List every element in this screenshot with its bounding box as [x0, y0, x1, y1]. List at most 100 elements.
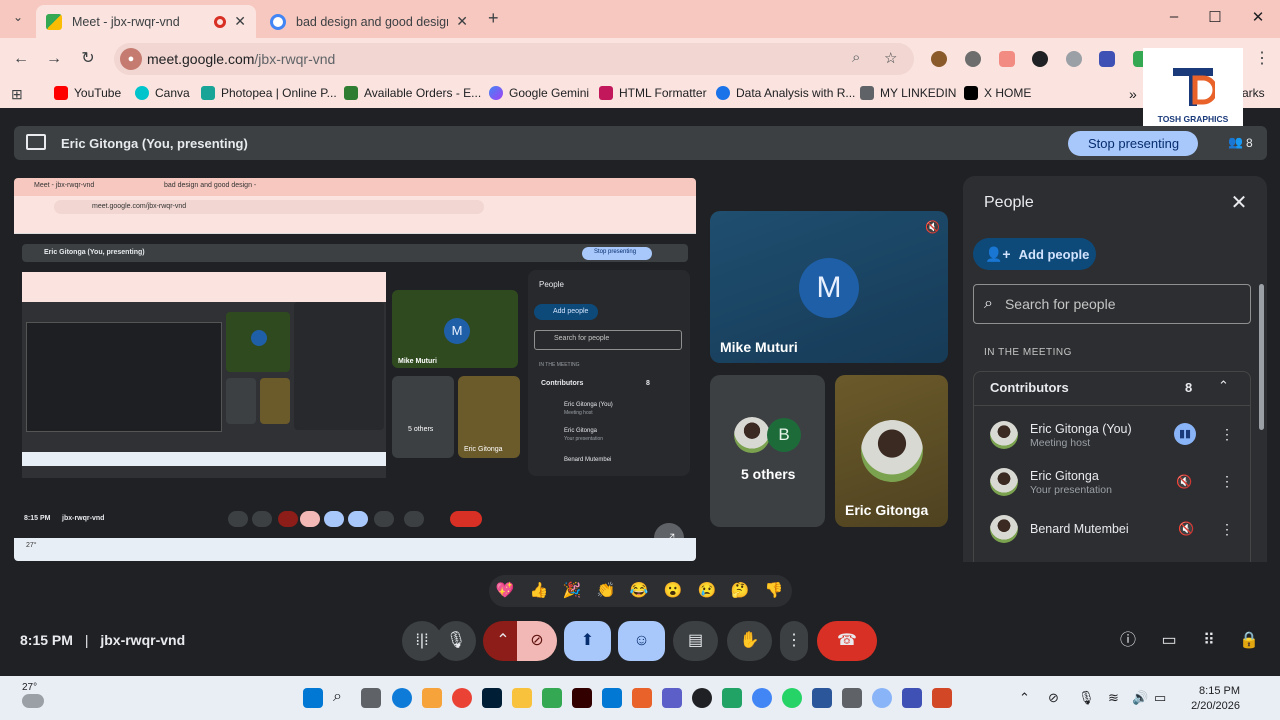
copilot-icon[interactable]	[422, 688, 442, 708]
add-people-button[interactable]: 👤+ Add people	[973, 238, 1096, 270]
back-icon[interactable]: ←	[10, 50, 32, 68]
bookmark-youtube[interactable]: YouTube	[54, 86, 121, 100]
bookmark-x-home[interactable]: X HOME	[964, 86, 1031, 100]
github-icon[interactable]	[692, 688, 712, 708]
orange-app-icon[interactable]	[632, 688, 652, 708]
chevron-up-icon[interactable]: ⌃	[1218, 378, 1229, 394]
activities-icon[interactable]: ⠿	[1198, 630, 1220, 652]
color-extension-icon[interactable]	[999, 51, 1015, 67]
participants-icon[interactable]: 👥	[1228, 135, 1243, 149]
start-icon[interactable]	[303, 688, 323, 708]
thumbs-down-reaction[interactable]: 👎	[763, 580, 785, 602]
apps-icon[interactable]: ⊞	[11, 86, 23, 103]
bookmarks-overflow-icon[interactable]: »	[1129, 86, 1137, 102]
people-scrollbar[interactable]	[1259, 284, 1264, 430]
clap-reaction[interactable]: 👏	[595, 580, 617, 602]
bookmark-data-analysis[interactable]: Data Analysis with R...	[716, 86, 855, 100]
powerpoint-icon[interactable]	[932, 688, 952, 708]
taskbar-clock[interactable]: 8:15 PM 2/20/2026	[1186, 684, 1240, 714]
shared-ctrl	[300, 511, 320, 527]
bookmark-gemini[interactable]: Google Gemini	[489, 86, 589, 100]
url-text[interactable]: meet.google.com/jbx-rwqr-vnd	[147, 51, 335, 67]
audio-off-icon: 🔇	[1176, 474, 1193, 489]
bookmark-photopea[interactable]: Photopea | Online P...	[201, 86, 337, 100]
menu-icon[interactable]: ⋮	[1254, 48, 1270, 68]
meeting-details-icon[interactable]: ⓘ	[1117, 630, 1139, 652]
chrome-alt-icon[interactable]	[752, 688, 772, 708]
all-bookmarks-link[interactable]: arks	[1242, 86, 1265, 100]
maximize-button[interactable]: ☐	[1195, 8, 1235, 26]
tile-others[interactable]	[710, 375, 825, 527]
file-explorer-icon[interactable]	[512, 688, 532, 708]
bug-extension-icon[interactable]	[965, 51, 981, 67]
more-options-icon[interactable]: ⋮	[1220, 473, 1234, 490]
surprised-reaction[interactable]: 😮	[662, 580, 684, 602]
search-taskbar-icon[interactable]: ⌕	[333, 688, 353, 708]
microphone-tray-icon[interactable]: 🎙	[1078, 690, 1095, 706]
close-tab-icon[interactable]: ✕	[456, 13, 468, 30]
edge-icon[interactable]	[392, 688, 412, 708]
teams-icon[interactable]	[662, 688, 682, 708]
circle-extension-icon[interactable]	[1066, 51, 1082, 67]
stop-presenting-button[interactable]: Stop presenting	[1068, 131, 1198, 156]
nested-tile-others	[226, 378, 256, 424]
leave-call-button[interactable]: ☎	[817, 621, 877, 661]
more-options-icon[interactable]: ⋮	[1220, 521, 1234, 538]
tab-meet[interactable]: Meet - jbx-rwqr-vnd ✕	[36, 5, 256, 38]
monitor-app-icon[interactable]	[902, 688, 922, 708]
emoji-button[interactable]: ☺	[618, 621, 665, 661]
vpn-icon[interactable]: ⊘	[1048, 690, 1059, 706]
party-reaction[interactable]: 🎉	[561, 580, 583, 602]
tab-search-icon[interactable]: ⌄	[8, 10, 28, 28]
photoshop-icon[interactable]	[482, 688, 502, 708]
task-view-icon[interactable]	[361, 688, 381, 708]
sync-extension-icon[interactable]	[1032, 51, 1048, 67]
mic-button[interactable]: 🎙	[436, 621, 476, 661]
bookmark-linkedin[interactable]: MY LINKEDIN	[860, 86, 956, 100]
bookmark-canva[interactable]: Canva	[135, 86, 190, 100]
chrome-icon[interactable]	[452, 688, 472, 708]
vscode-icon[interactable]	[602, 688, 622, 708]
heart-reaction[interactable]: 💖	[494, 580, 516, 602]
camtasia-icon[interactable]	[722, 688, 742, 708]
close-tab-icon[interactable]: ✕	[234, 13, 246, 30]
search-people-input[interactable]: ⌕ Search for people	[973, 284, 1251, 324]
bookmark-html-formatter[interactable]: HTML Formatter	[599, 86, 707, 100]
more-options-icon[interactable]: ⋮	[1220, 426, 1234, 443]
illustrator-icon[interactable]	[572, 688, 592, 708]
weather-icon[interactable]	[22, 694, 44, 708]
sad-reaction[interactable]: 😢	[696, 580, 718, 602]
laugh-reaction[interactable]: 😂	[628, 580, 650, 602]
forward-icon[interactable]: →	[43, 50, 65, 68]
host-controls-icon[interactable]: 🔒	[1238, 630, 1260, 652]
reload-icon[interactable]: ↻	[77, 50, 99, 68]
r-icon[interactable]	[872, 688, 892, 708]
wifi-icon[interactable]: ≋	[1108, 690, 1119, 706]
thinking-reaction[interactable]: 🤔	[729, 580, 751, 602]
tray-chevron-icon[interactable]: ⌃	[1019, 690, 1030, 706]
battery-icon[interactable]: ▭	[1154, 690, 1166, 706]
raise-hand-button[interactable]: ✋	[727, 621, 772, 661]
zoom-icon[interactable]: ⌕	[852, 49, 860, 66]
close-panel-icon[interactable]: ✕	[1229, 190, 1249, 215]
volume-icon[interactable]: 🔊	[1132, 690, 1148, 706]
thumbs-up-reaction[interactable]: 👍	[528, 580, 550, 602]
minimize-button[interactable]: –	[1154, 8, 1194, 25]
app-icon[interactable]	[842, 688, 862, 708]
close-window-button[interactable]: ✕	[1238, 8, 1278, 26]
cookie-extension-icon[interactable]	[931, 51, 947, 67]
chat-icon[interactable]: ▭	[1158, 630, 1180, 652]
site-info-icon[interactable]: ●	[120, 48, 142, 70]
bookmark-available-orders[interactable]: Available Orders - E...	[344, 86, 481, 100]
puzzle-extension-icon[interactable]	[1099, 51, 1115, 67]
bookmark-star-icon[interactable]: ☆	[884, 49, 897, 67]
captions-button[interactable]: ▤	[673, 621, 718, 661]
tab-bad-design[interactable]: bad design and good design - ✕	[260, 5, 478, 38]
word-icon[interactable]	[812, 688, 832, 708]
green-app-icon[interactable]	[542, 688, 562, 708]
camera-off-button[interactable]: ⊘	[517, 621, 557, 661]
present-screen-button[interactable]: ⬆	[564, 621, 611, 661]
whatsapp-icon[interactable]	[782, 688, 802, 708]
new-tab-button[interactable]: +	[488, 8, 499, 29]
more-options-button[interactable]: ⋮	[780, 621, 808, 661]
